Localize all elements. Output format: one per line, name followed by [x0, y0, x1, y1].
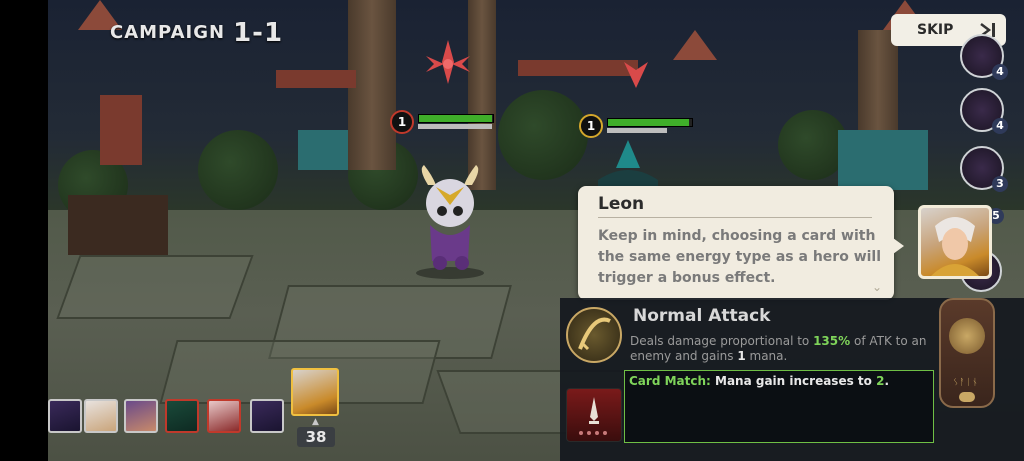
- enemy-level-badge: 1: [390, 110, 414, 134]
- health-bar-track: [607, 118, 693, 127]
- target-arrow-icon: [624, 62, 648, 88]
- dialog-tail: [893, 238, 904, 254]
- energy-icon: [959, 392, 975, 402]
- skill-slot[interactable]: 4: [960, 88, 1008, 134]
- card-match-text: Card Match: Mana gain increases to 2.: [629, 374, 889, 388]
- tower-roof: [673, 30, 717, 60]
- skill-slot-count: 3: [992, 176, 1008, 192]
- stone-pillar: [468, 0, 496, 190]
- active-hero-portrait[interactable]: [291, 368, 339, 416]
- stage-number: 1-1: [233, 18, 284, 48]
- skill-desc-mana: 1: [737, 349, 746, 363]
- dialog-message: Keep in mind, choosing a card with the s…: [598, 228, 882, 286]
- speaker-name: Leon: [598, 194, 645, 214]
- dagger-icon: [579, 397, 607, 435]
- tent-cloth: [298, 130, 348, 170]
- hero-avatar: [931, 217, 979, 276]
- speaker-portrait: [918, 205, 992, 279]
- skill-title: Normal Attack: [633, 306, 771, 326]
- turn-order-portrait: [84, 399, 118, 433]
- floor-tile: [56, 255, 254, 319]
- skill-desc-text: Deals damage proportional to: [630, 334, 814, 348]
- turn-order-portrait: [165, 399, 199, 433]
- card-match-end: .: [884, 374, 889, 388]
- enemy-character[interactable]: [588, 140, 668, 190]
- left-bar: [0, 0, 48, 461]
- skill-desc-text: mana.: [745, 349, 788, 363]
- shield-bar: [418, 124, 492, 129]
- health-bar-fill: [419, 115, 493, 122]
- campaign-label: CAMPAIGN: [110, 22, 226, 43]
- skill-description: Deals damage proportional to 135% of ATK…: [630, 334, 930, 364]
- caret-up-icon: ▲: [312, 417, 319, 427]
- health-bar-track: [418, 114, 494, 123]
- sword-skill-icon[interactable]: [566, 307, 622, 363]
- hero-card[interactable]: ᛊᚨᛁᚾ: [939, 298, 995, 408]
- sword-icon: [578, 317, 611, 351]
- skill-slot[interactable]: 3: [960, 146, 1008, 192]
- divider: [598, 217, 872, 218]
- card-match-desc: Mana gain increases to: [710, 374, 877, 388]
- player-character[interactable]: [410, 165, 490, 280]
- stage-title: CAMPAIGN 1-1: [110, 18, 283, 48]
- game-screen: 1 1 CAMPAIGN 1-1 SKIP 4 4 3 5 Leon Keep i…: [0, 0, 1024, 461]
- card-match-box: Card Match: Mana gain increases to 2.: [624, 370, 934, 443]
- skill-slot-count: 4: [992, 64, 1008, 80]
- wooden-stand: [68, 195, 168, 255]
- skip-label: SKIP: [917, 22, 954, 38]
- bunting: [518, 60, 638, 76]
- skill-desc-percent: 135%: [813, 334, 851, 348]
- tent-cloth: [838, 130, 928, 190]
- chevron-down-icon: ⌄: [871, 280, 882, 294]
- turn-order-portrait: [207, 399, 241, 433]
- turn-counter: 38: [297, 427, 335, 447]
- rune-glyphs: ᛊᚨᛁᚾ: [953, 378, 979, 388]
- enemy-level-badge: 1: [579, 114, 603, 138]
- skill-slot[interactable]: 4: [960, 34, 1008, 80]
- turn-order-portrait: [124, 399, 158, 433]
- tree: [198, 130, 278, 210]
- shield-bar: [607, 128, 667, 133]
- card-match-label: Card Match:: [629, 374, 711, 388]
- bunting: [276, 70, 356, 88]
- hanging-banner: [100, 95, 142, 165]
- turn-order-portrait: [48, 399, 82, 433]
- tree: [498, 90, 588, 180]
- skill-slot-count: 4: [992, 118, 1008, 134]
- target-marker-icon: [426, 40, 470, 84]
- health-bar-fill: [608, 119, 690, 126]
- emblem-icon: [949, 318, 985, 354]
- energy-card[interactable]: [566, 388, 622, 442]
- tutorial-dialog[interactable]: Leon Keep in mind, choosing a card with …: [578, 186, 904, 300]
- turn-order-portrait: [250, 399, 284, 433]
